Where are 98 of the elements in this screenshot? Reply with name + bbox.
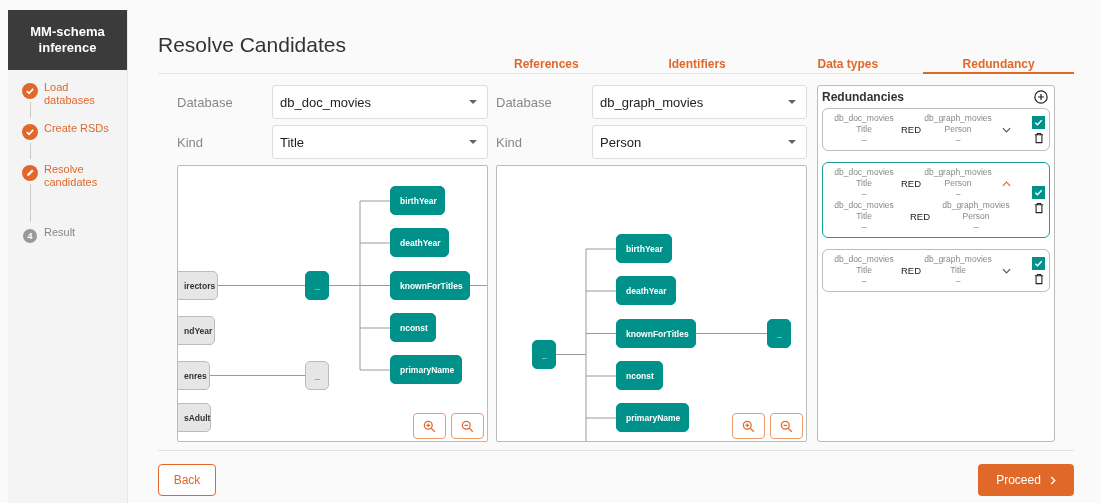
value-text: – — [861, 222, 867, 233]
kind-name: Title — [856, 211, 872, 222]
graph-node[interactable]: knownForTitles — [616, 319, 696, 348]
graph-node[interactable]: enres — [178, 361, 210, 390]
step-label[interactable]: Resolve candidates — [44, 162, 114, 225]
step-number: 4 — [22, 228, 38, 244]
database-name: db_graph_movies — [924, 254, 992, 265]
step-label[interactable]: Load databases — [44, 80, 114, 121]
step-label[interactable]: Create RSDs — [44, 121, 114, 162]
checkbox[interactable] — [1032, 115, 1045, 129]
kind-name: Title — [856, 265, 872, 276]
kind-select[interactable]: Title — [272, 125, 488, 159]
graph-node[interactable]: birthYear — [390, 186, 445, 215]
kind-name: Person — [944, 178, 972, 189]
back-button[interactable]: Back — [158, 464, 216, 496]
field-label: Kind — [496, 134, 524, 150]
value-text: – — [955, 189, 961, 200]
edge-line — [469, 285, 487, 286]
graph-node[interactable]: _ — [532, 340, 556, 369]
value-text: – — [861, 276, 867, 287]
redundancy-card[interactable]: db_doc_movies Title – RED db_graph_movies Person – db_doc_movies Title – RED db_graph_movies Person – — [822, 162, 1050, 238]
step-label[interactable]: Result — [44, 225, 114, 266]
checkbox[interactable] — [1032, 186, 1045, 199]
panel-title: Redundancies — [822, 90, 905, 104]
checkbox[interactable] — [1032, 256, 1045, 270]
graph-node[interactable]: deathYear — [390, 228, 449, 257]
chevron-icon[interactable] — [1001, 180, 1011, 187]
graph-node[interactable]: irectors — [178, 271, 218, 300]
value-text: – — [861, 189, 867, 200]
database-name: db_graph_movies — [924, 167, 992, 178]
trash-icon[interactable] — [1033, 272, 1044, 285]
field-label: Kind — [177, 134, 205, 150]
trash-icon[interactable] — [1033, 131, 1044, 144]
database-name: db_graph_movies — [924, 113, 992, 124]
zoom-out-button[interactable] — [451, 413, 484, 439]
kind-name: Title — [856, 178, 872, 189]
graph-node[interactable]: birthYear — [616, 234, 672, 263]
proceed-button[interactable]: Proceed — [978, 464, 1074, 496]
field-label: Database — [177, 94, 234, 110]
caret-icon — [469, 100, 477, 104]
value-text: – — [973, 222, 979, 233]
graph-node[interactable]: ndYear — [178, 316, 215, 345]
kind-name: Person — [962, 211, 990, 222]
check-icon — [22, 124, 38, 140]
graph-node[interactable]: knownForTitles — [390, 271, 470, 300]
graph-node[interactable]: _ — [305, 271, 329, 300]
zoom-out-button[interactable] — [770, 413, 803, 439]
pencil-icon — [22, 165, 38, 181]
zoom-in-button[interactable] — [732, 413, 765, 439]
caret-icon — [788, 140, 796, 144]
graph-node[interactable]: nconst — [390, 313, 436, 342]
zoom-out-icon — [780, 419, 793, 433]
zoom-in-icon — [742, 419, 755, 433]
value-text: – — [955, 135, 961, 146]
caret-icon — [788, 100, 796, 104]
database-name: db_doc_movies — [834, 254, 894, 265]
tab[interactable]: Redundancy — [923, 57, 1074, 74]
chevron-icon[interactable] — [1001, 267, 1011, 274]
tab[interactable]: Identifiers — [621, 57, 773, 74]
kind-select[interactable]: Person — [592, 125, 807, 159]
relation-label: RED — [899, 124, 923, 135]
value-text: – — [861, 135, 867, 146]
tab[interactable]: References — [471, 57, 622, 74]
app-title: MM-schema inference — [8, 10, 127, 70]
graph-node[interactable]: sAdult — [178, 403, 211, 432]
page-title: Resolve Candidates — [158, 33, 347, 57]
chevron-right-icon — [1049, 475, 1056, 485]
chevron-icon[interactable] — [1001, 126, 1011, 133]
database-name: db_graph_movies — [942, 200, 1010, 211]
database-name: db_doc_movies — [834, 200, 894, 211]
value-text: – — [955, 276, 961, 287]
graph-node[interactable]: _ — [767, 319, 791, 348]
field-label: Database — [496, 94, 553, 110]
graph-node[interactable]: nconst — [616, 361, 663, 390]
graph-node[interactable]: deathYear — [616, 276, 676, 305]
relation-label: RED — [899, 265, 923, 276]
database-select[interactable]: db_doc_movies — [272, 85, 488, 119]
redundancy-card[interactable]: db_doc_movies Title – RED db_graph_movies Title – — [822, 249, 1050, 292]
caret-icon — [469, 140, 477, 144]
relation-label: RED — [908, 211, 932, 222]
trash-icon[interactable] — [1033, 202, 1044, 214]
zoom-out-icon — [461, 419, 474, 433]
redundancy-card[interactable]: db_doc_movies Title – RED db_graph_movies Person – — [822, 108, 1050, 151]
graph-node[interactable]: primaryName — [616, 403, 689, 432]
database-name: db_doc_movies — [834, 113, 894, 124]
kind-name: Title — [950, 265, 966, 276]
check-icon — [22, 83, 38, 99]
zoom-in-button[interactable] — [413, 413, 446, 439]
add-icon[interactable] — [1034, 90, 1048, 104]
database-name: db_doc_movies — [834, 167, 894, 178]
relation-label: RED — [899, 178, 923, 189]
graph-node[interactable]: primaryName — [390, 355, 462, 384]
tab[interactable]: Data types — [772, 57, 924, 74]
zoom-in-icon — [423, 419, 436, 433]
kind-name: Title — [856, 124, 872, 135]
graph-node[interactable]: _ — [305, 361, 329, 390]
kind-name: Person — [944, 124, 972, 135]
database-select[interactable]: db_graph_movies — [592, 85, 807, 119]
